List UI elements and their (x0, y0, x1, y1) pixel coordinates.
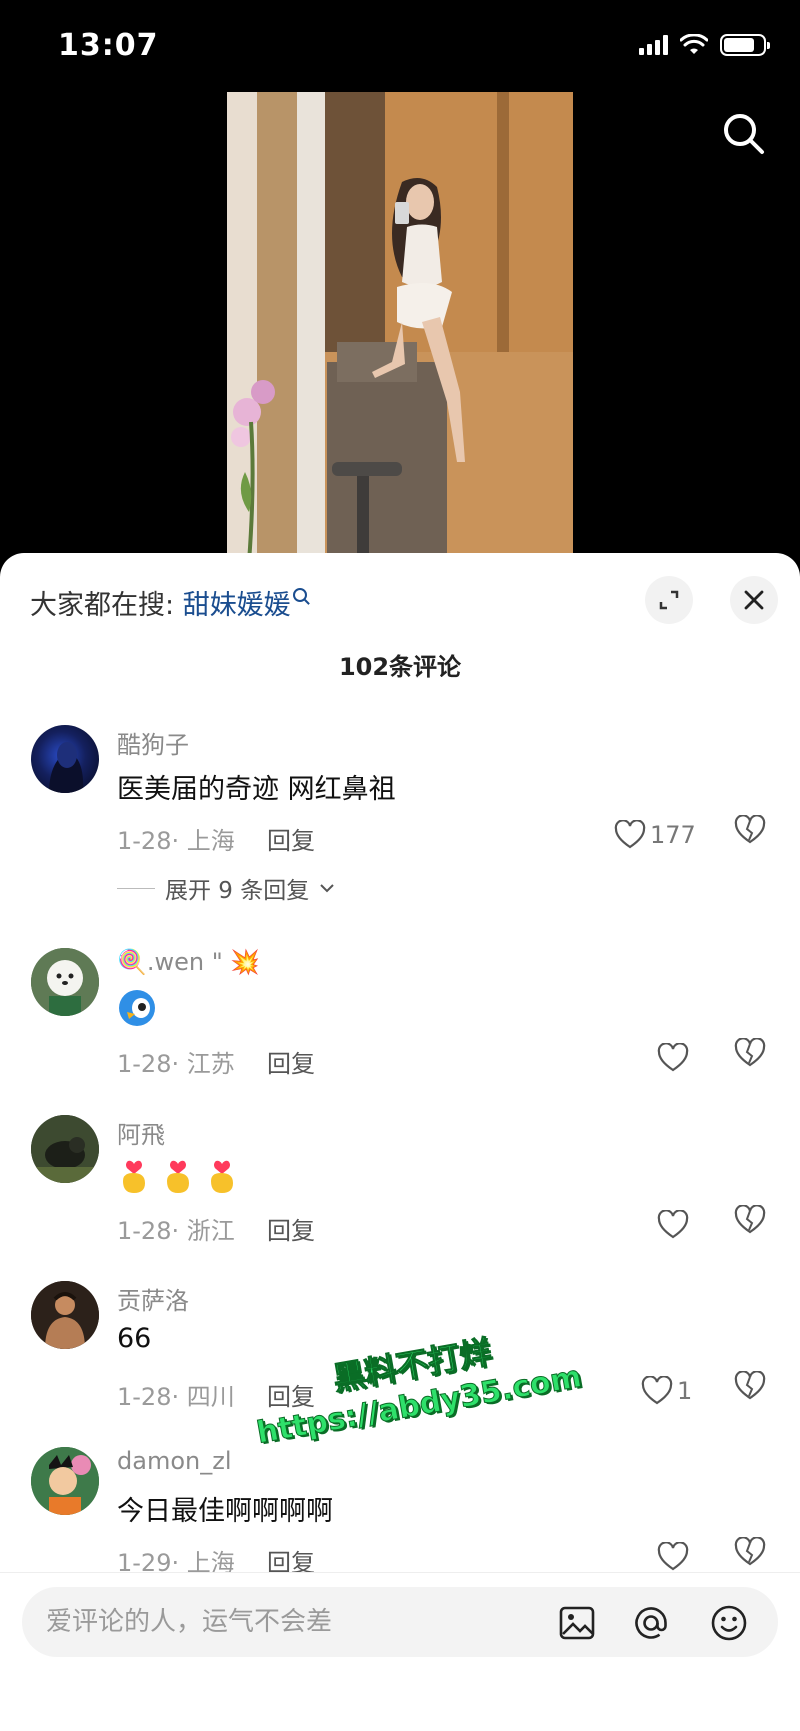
comment-emoji-line (117, 988, 157, 1028)
comment-date-location: 1-28· 上海 (117, 827, 235, 855)
avatar[interactable] (31, 1447, 99, 1515)
expand-replies-label: 展开 9 条回复 (165, 878, 310, 904)
avatar[interactable] (31, 948, 99, 1016)
expand-icon (659, 590, 679, 610)
expand-button[interactable] (645, 576, 693, 624)
wifi-icon (680, 34, 708, 54)
comment-author[interactable]: 🍭.wen " 💥 (117, 948, 260, 976)
heart-icon (657, 1043, 689, 1072)
video-player[interactable] (227, 92, 573, 562)
expand-replies-button[interactable]: 展开 9 条回复 (117, 871, 335, 905)
heart-icon (657, 1210, 689, 1239)
like-button[interactable] (657, 1537, 693, 1577)
heart-icon (641, 1376, 673, 1405)
like-count: 1 (677, 1377, 693, 1405)
broken-heart-icon (734, 1204, 766, 1234)
dislike-button[interactable] (734, 1037, 774, 1078)
comment-item: 酷狗子 医美届的奇迹 网红鼻祖 1-28· 上海 回复 177 展开 9 条回复 (0, 725, 800, 925)
dislike-button[interactable] (734, 1204, 774, 1245)
like-button[interactable] (657, 1038, 693, 1078)
battery-icon (720, 34, 770, 56)
comment-date-location: 1-28· 四川 (117, 1383, 235, 1411)
divider (117, 887, 155, 889)
emoji-finger-heart (123, 1160, 145, 1193)
mention-button[interactable] (632, 1604, 670, 1642)
heart-icon (657, 1542, 689, 1571)
emoji-finger-heart (167, 1160, 189, 1193)
comment-author[interactable]: 贡萨洛 (117, 1281, 189, 1316)
avatar[interactable] (31, 1281, 99, 1349)
image-button[interactable] (558, 1604, 596, 1642)
keyword-search-icon (292, 588, 307, 602)
image-icon (559, 1606, 595, 1640)
heart-icon (614, 820, 646, 849)
comment-count: 102条评论 (338, 653, 462, 681)
comment-sheet: 大家都在搜: 甜妹媛媛 102条评论 酷狗子 医美届的奇迹 网红鼻祖 1-28·… (0, 553, 800, 1731)
comment-text: 医美届的奇迹 网红鼻祖 (117, 774, 396, 805)
comment-author[interactable]: 阿飛 (117, 1115, 165, 1150)
comment-text: 66 (117, 1323, 152, 1354)
broken-heart-icon (734, 1370, 766, 1400)
hot-search-keyword[interactable]: 甜妹媛媛 (183, 590, 291, 621)
status-time: 13:07 (58, 28, 159, 63)
like-button[interactable] (657, 1205, 693, 1245)
comment-input-container (22, 1587, 778, 1657)
comment-emoji-line (117, 1155, 239, 1195)
comment-date-location: 1-28· 江苏 (117, 1050, 235, 1078)
dislike-button[interactable] (734, 814, 774, 855)
comment-date-location: 1-28· 浙江 (117, 1217, 235, 1245)
like-count: 177 (650, 821, 696, 849)
emoji-bird (119, 990, 155, 1026)
chevron-down-icon (320, 884, 334, 893)
broken-heart-icon (734, 1536, 766, 1566)
comment-input-bar (0, 1572, 800, 1731)
comment-text: 今日最佳啊啊啊啊 (117, 1496, 333, 1527)
comment-item: 🍭.wen " 💥 1-28· 江苏 回复 (0, 948, 800, 1098)
status-bar: 13:07 (0, 0, 800, 96)
hot-search-label: 大家都在搜: (30, 590, 175, 621)
status-icons (639, 34, 770, 56)
comment-author[interactable]: 酷狗子 (117, 725, 189, 760)
search-icon (724, 114, 764, 154)
avatar[interactable] (31, 725, 99, 793)
reply-button[interactable]: 回复 (267, 821, 315, 856)
reply-button[interactable]: 回复 (267, 1044, 315, 1079)
close-button[interactable] (730, 576, 778, 624)
comment-input[interactable] (46, 1587, 526, 1657)
emoji-button[interactable] (710, 1604, 748, 1642)
dislike-button[interactable] (734, 1536, 774, 1577)
cellular-signal-icon (639, 35, 668, 55)
comment-author[interactable]: damon_zl (117, 1447, 231, 1475)
close-icon (744, 590, 764, 610)
reply-button[interactable]: 回复 (267, 1377, 315, 1412)
at-sign-icon (635, 1607, 667, 1639)
smiley-icon (711, 1605, 747, 1641)
comment-item: 阿飛 1-28· 浙江 回复 (0, 1115, 800, 1265)
hot-search-suggestion[interactable]: 大家都在搜: 甜妹媛媛 (30, 583, 307, 622)
broken-heart-icon (734, 814, 766, 844)
like-button[interactable]: 1 (641, 1371, 692, 1411)
emoji-finger-heart (211, 1160, 233, 1193)
avatar[interactable] (31, 1115, 99, 1183)
video-frame-image (227, 92, 573, 562)
reply-button[interactable]: 回复 (267, 1211, 315, 1246)
like-button[interactable]: 177 (614, 815, 696, 855)
search-button[interactable] (718, 108, 770, 160)
broken-heart-icon (734, 1037, 766, 1067)
dislike-button[interactable] (734, 1370, 774, 1411)
comment-item: 贡萨洛 66 1-28· 四川 回复 1 (0, 1281, 800, 1431)
